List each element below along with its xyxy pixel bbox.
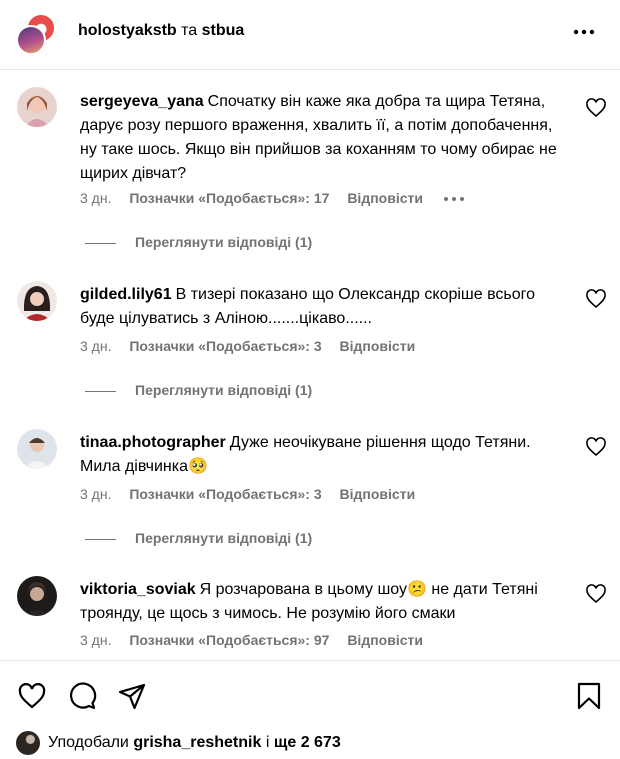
- reply-button[interactable]: Відповісти: [347, 632, 423, 648]
- comment-body: gilded.lily61 В тизері показано що Олекса…: [80, 283, 570, 331]
- share-icon[interactable]: [117, 681, 147, 711]
- avatar[interactable]: [17, 87, 57, 127]
- account-name-secondary[interactable]: stbua: [202, 22, 245, 39]
- account-name-primary[interactable]: holostyakstb: [78, 22, 177, 39]
- comment-likes[interactable]: Позначки «Подобається»: 97: [129, 632, 329, 648]
- avatar[interactable]: [17, 576, 57, 616]
- more-horizontal-icon[interactable]: [570, 18, 598, 46]
- liked-by-user[interactable]: grisha_reshetnik: [133, 734, 261, 752]
- comment-icon[interactable]: [67, 681, 97, 711]
- avatar[interactable]: [17, 429, 57, 469]
- comment-meta: 3 дн. Позначки «Подобається»: 17 Відпові…: [80, 188, 465, 208]
- view-replies-button[interactable]: Переглянути відповіді (1): [85, 528, 312, 548]
- comment-time[interactable]: 3 дн.: [80, 486, 111, 502]
- reply-button[interactable]: Відповісти: [347, 190, 423, 206]
- replies-divider: [85, 242, 116, 244]
- post-actions: Уподобали grisha_reshetnik і ще 2 673: [0, 660, 620, 759]
- collab-avatars[interactable]: [16, 13, 58, 55]
- view-replies-button[interactable]: Переглянути відповіді (1): [85, 232, 312, 252]
- more-horizontal-icon[interactable]: [443, 196, 465, 202]
- heart-icon[interactable]: [17, 681, 47, 711]
- liked-by-prefix: Уподобали: [48, 734, 129, 751]
- replies-divider: [85, 538, 116, 540]
- comment-body: tinaa.photographer Дуже неочікуване рішен…: [80, 431, 570, 479]
- liked-by-count[interactable]: ще 2 673: [274, 734, 341, 752]
- view-replies-label: Переглянути відповіді (1): [135, 382, 313, 398]
- reply-button[interactable]: Відповісти: [340, 486, 416, 502]
- account-joiner: та: [181, 22, 198, 39]
- comment-username[interactable]: gilded.lily61: [80, 286, 172, 303]
- comment-meta: 3 дн. Позначки «Подобається»: 3 Відповіс…: [80, 336, 429, 356]
- comment-time[interactable]: 3 дн.: [80, 190, 111, 206]
- comment-username[interactable]: viktoria_soviak: [80, 581, 196, 598]
- comment-likes[interactable]: Позначки «Подобається»: 3: [129, 338, 321, 354]
- comment-username[interactable]: tinaa.photographer: [80, 434, 226, 451]
- heart-icon[interactable]: [584, 287, 608, 311]
- comment-meta: 3 дн. Позначки «Подобається»: 97 Відпові…: [80, 630, 437, 650]
- comment-likes[interactable]: Позначки «Подобається»: 3: [129, 486, 321, 502]
- comment-body: sergeyeva_yana Спочатку він каже яка добр…: [80, 90, 570, 186]
- heart-icon[interactable]: [584, 96, 608, 120]
- heart-icon[interactable]: [584, 582, 608, 606]
- avatar[interactable]: [17, 281, 57, 321]
- bookmark-icon[interactable]: [574, 681, 604, 711]
- view-replies-label: Переглянути відповіді (1): [135, 530, 313, 546]
- liked-by-row: Уподобали grisha_reshetnik і ще 2 673: [16, 731, 341, 755]
- comment-time[interactable]: 3 дн.: [80, 632, 111, 648]
- reply-button[interactable]: Відповісти: [340, 338, 416, 354]
- comment-meta: 3 дн. Позначки «Подобається»: 3 Відповіс…: [80, 484, 429, 504]
- comment-time[interactable]: 3 дн.: [80, 338, 111, 354]
- replies-divider: [85, 390, 116, 392]
- liked-by-joiner: і: [265, 734, 270, 751]
- avatar[interactable]: [16, 25, 46, 55]
- view-replies-label: Переглянути відповіді (1): [135, 234, 313, 250]
- comment-username[interactable]: sergeyeva_yana: [80, 93, 204, 110]
- avatar[interactable]: [16, 731, 40, 755]
- view-replies-button[interactable]: Переглянути відповіді (1): [85, 380, 312, 400]
- comment-body: viktoria_soviak Я розчарована в цьому шоу…: [80, 578, 570, 626]
- post-header: holostyakstb та stbua: [0, 0, 620, 70]
- heart-icon[interactable]: [584, 435, 608, 459]
- comments-list[interactable]: sergeyeva_yana Спочатку він каже яка добр…: [0, 70, 620, 660]
- header-title: holostyakstb та stbua: [78, 22, 244, 40]
- comment-likes[interactable]: Позначки «Подобається»: 17: [129, 190, 329, 206]
